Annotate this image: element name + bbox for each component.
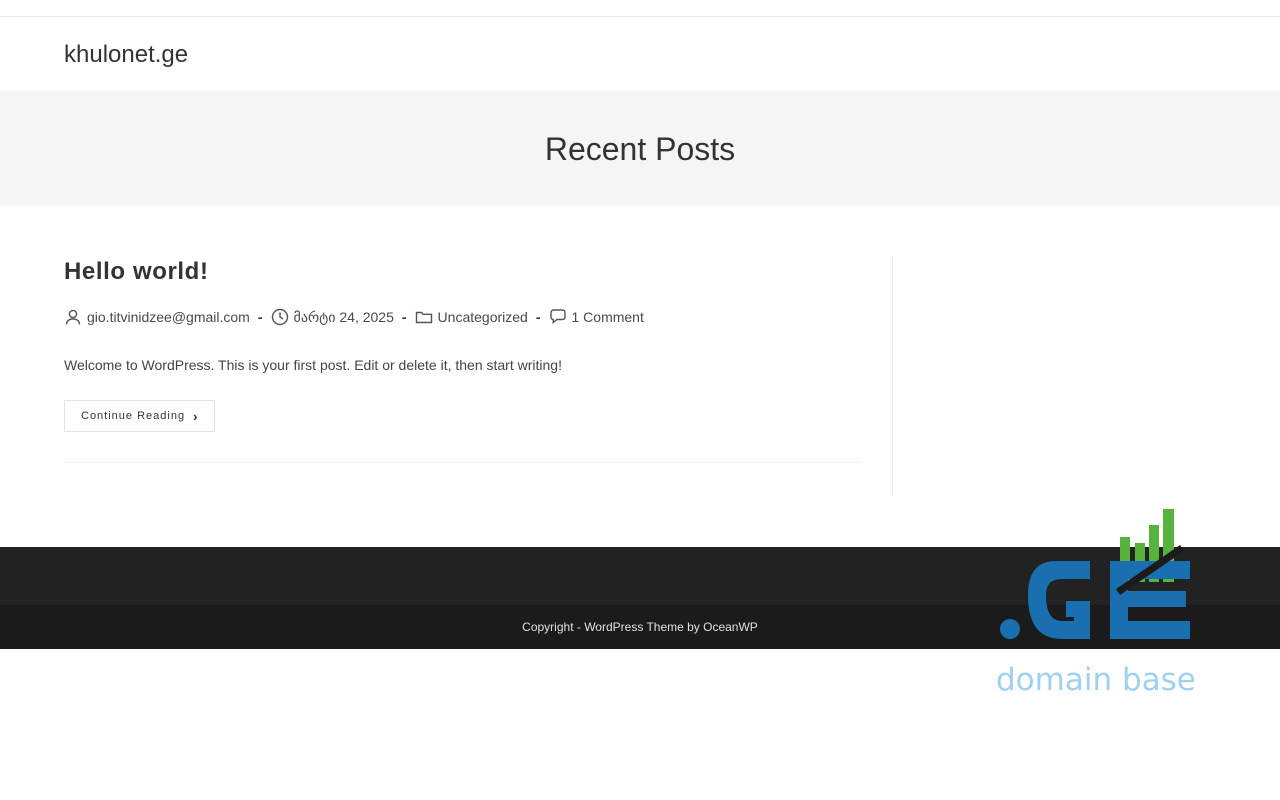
- clock-icon: [271, 308, 288, 326]
- user-icon: [65, 309, 81, 325]
- meta-comments: 1 Comment: [549, 308, 644, 326]
- author-link[interactable]: gio.titvinidzee@gmail.com: [87, 309, 250, 325]
- post-date: მარტი 24, 2025: [293, 308, 394, 325]
- meta-category: Uncategorized: [415, 308, 528, 326]
- ge-domain-logo: domain base: [990, 505, 1200, 700]
- logo-letter-g: [1028, 561, 1090, 639]
- meta-separator: -: [257, 309, 263, 325]
- copyright-text: Copyright - WordPress Theme by OceanWP: [522, 620, 758, 634]
- ge-logo-graphic: domain base: [996, 509, 1196, 698]
- post-entry: Hello world! gio.titvinidzee@gmail.com -…: [64, 256, 862, 463]
- logo-dot: [1000, 619, 1020, 639]
- meta-author: gio.titvinidzee@gmail.com: [64, 308, 250, 326]
- post-divider: [64, 462, 862, 463]
- top-bar: [0, 0, 1280, 17]
- comment-icon: [549, 309, 566, 324]
- post-excerpt: Welcome to WordPress. This is your first…: [64, 357, 562, 373]
- content-area: Hello world! gio.titvinidzee@gmail.com -…: [0, 206, 1280, 547]
- meta-date: მარტი 24, 2025: [271, 308, 394, 326]
- continue-reading-button[interactable]: Continue Reading ›: [64, 400, 216, 432]
- post-meta: gio.titvinidzee@gmail.com - მარტი 24, 20…: [64, 305, 862, 329]
- chevron-right-icon: ›: [193, 408, 199, 424]
- comments-link[interactable]: 1 Comment: [572, 309, 644, 325]
- continue-reading-label: Continue Reading: [81, 410, 186, 422]
- logo-subtext: domain base: [996, 662, 1196, 698]
- site-title-link[interactable]: khulonet.ge: [64, 41, 188, 69]
- category-link[interactable]: Uncategorized: [438, 309, 528, 325]
- site-header: khulonet.ge: [0, 17, 1280, 92]
- sidebar-divider: [892, 256, 893, 496]
- post-title-link[interactable]: Hello world!: [64, 256, 862, 288]
- page-header: Recent Posts: [0, 92, 1280, 206]
- meta-separator: -: [401, 309, 407, 325]
- folder-icon: [415, 311, 432, 324]
- meta-separator: -: [535, 309, 541, 325]
- page-title: Recent Posts: [544, 130, 736, 167]
